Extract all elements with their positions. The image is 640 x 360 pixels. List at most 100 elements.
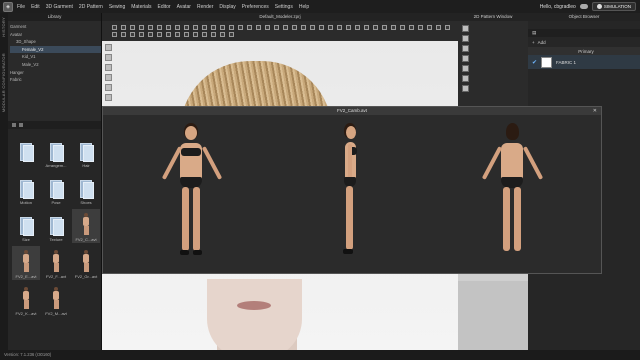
library-avatar-file[interactable]: FV2_F...avt bbox=[42, 246, 70, 280]
toolbar-tool-icon[interactable] bbox=[148, 32, 153, 37]
toolbar-tool-icon[interactable] bbox=[184, 25, 189, 30]
simulation-button[interactable]: SIMULATION bbox=[591, 2, 636, 11]
pattern-notch-icon[interactable] bbox=[462, 85, 469, 92]
library-avatar-file[interactable]: FV2_E...avt bbox=[12, 246, 40, 280]
menu-file[interactable]: File bbox=[17, 4, 25, 10]
toolbar-tool-icon[interactable] bbox=[229, 32, 234, 37]
toolbar-tool-icon[interactable] bbox=[346, 25, 351, 30]
toolbar-tool-icon[interactable] bbox=[247, 25, 252, 30]
library-folder[interactable]: Arrangem... bbox=[42, 135, 70, 169]
toolbar-tool-icon[interactable] bbox=[130, 32, 135, 37]
toolbar-tool-icon[interactable] bbox=[310, 25, 315, 30]
pattern-polygon-icon[interactable] bbox=[462, 45, 469, 52]
tree-item[interactable]: Fabric bbox=[10, 76, 101, 84]
toolbar-tool-icon[interactable] bbox=[364, 25, 369, 30]
pattern-rect-icon[interactable] bbox=[462, 55, 469, 62]
toolbar-tool-icon[interactable] bbox=[418, 25, 423, 30]
measure-tool-icon[interactable] bbox=[105, 84, 112, 91]
toolbar-tool-icon[interactable] bbox=[121, 25, 126, 30]
toolbar-tool-icon[interactable] bbox=[391, 25, 396, 30]
toolbar-tool-icon[interactable] bbox=[112, 32, 117, 37]
tree-item[interactable]: Female_V2 bbox=[10, 45, 101, 54]
toolbar-tool-icon[interactable] bbox=[166, 32, 171, 37]
library-avatar-file[interactable]: FV2_Gr...avt bbox=[72, 246, 100, 280]
toolbar-tool-icon[interactable] bbox=[238, 25, 243, 30]
menu-help[interactable]: Help bbox=[299, 4, 309, 10]
check-icon[interactable]: ✔ bbox=[532, 59, 537, 66]
tree-item[interactable]: Male_V2 bbox=[10, 61, 101, 69]
toolbar-tool-icon[interactable] bbox=[274, 25, 279, 30]
toolbar-tool-icon[interactable] bbox=[319, 25, 324, 30]
library-folder[interactable]: Motion bbox=[12, 172, 40, 206]
library-folder[interactable] bbox=[12, 135, 40, 169]
pattern-texture-icon[interactable] bbox=[462, 75, 469, 82]
toolbar-tool-icon[interactable] bbox=[202, 25, 207, 30]
toolbar-tool-icon[interactable] bbox=[301, 25, 306, 30]
toolbar-tool-icon[interactable] bbox=[157, 25, 162, 30]
user-greeting[interactable]: Hello, cbgradleo bbox=[540, 4, 576, 10]
toolbar-tool-icon[interactable] bbox=[445, 25, 450, 30]
fold-tool-icon[interactable] bbox=[105, 74, 112, 81]
toolbar-tool-icon[interactable] bbox=[211, 25, 216, 30]
toolbar-tool-icon[interactable] bbox=[184, 32, 189, 37]
cloud-icon[interactable] bbox=[579, 4, 588, 9]
menu-settings[interactable]: Settings bbox=[275, 4, 293, 10]
toolbar-tool-icon[interactable] bbox=[157, 32, 162, 37]
menu-materials[interactable]: Materials bbox=[131, 4, 151, 10]
move-tool-icon[interactable] bbox=[105, 54, 112, 61]
toolbar-tool-icon[interactable] bbox=[139, 32, 144, 37]
toolbar-tool-icon[interactable] bbox=[427, 25, 432, 30]
toolbar-tool-icon[interactable] bbox=[355, 25, 360, 30]
menu-render[interactable]: Render bbox=[197, 4, 213, 10]
menu-preferences[interactable]: Preferences bbox=[242, 4, 269, 10]
toolbar-tool-icon[interactable] bbox=[328, 25, 333, 30]
toolbar-tool-icon[interactable] bbox=[220, 32, 225, 37]
library-folder[interactable]: Size bbox=[12, 209, 40, 243]
toolbar-tool-icon[interactable] bbox=[283, 25, 288, 30]
menu-edit[interactable]: Edit bbox=[31, 4, 40, 10]
tree-item[interactable]: 3D_Shape bbox=[10, 38, 101, 46]
toolbar-tool-icon[interactable] bbox=[265, 25, 270, 30]
library-avatar-file[interactable]: FV2_K...avt bbox=[12, 283, 40, 317]
tab-history[interactable]: HISTORY bbox=[1, 17, 6, 37]
toolbar-tool-icon[interactable] bbox=[130, 25, 135, 30]
toolbar-tool-icon[interactable] bbox=[382, 25, 387, 30]
toolbar-tool-icon[interactable] bbox=[112, 25, 117, 30]
toolbar-tool-icon[interactable] bbox=[256, 25, 261, 30]
menu-display[interactable]: Display bbox=[219, 4, 235, 10]
tab-modular-configurator[interactable]: MODULAR CONFIGURATOR bbox=[1, 53, 6, 112]
menu-avatar[interactable]: Avatar bbox=[177, 4, 191, 10]
toolbar-tool-icon[interactable] bbox=[148, 25, 153, 30]
toolbar-tool-icon[interactable] bbox=[220, 25, 225, 30]
library-folder[interactable]: Pose bbox=[42, 172, 70, 206]
pattern-select-icon[interactable] bbox=[462, 25, 469, 32]
toolbar-tool-icon[interactable] bbox=[409, 25, 414, 30]
library-folder[interactable]: Hair bbox=[72, 135, 100, 169]
toolbar-tool-icon[interactable] bbox=[436, 25, 441, 30]
menu-editor[interactable]: Editor bbox=[158, 4, 171, 10]
library-avatar-file[interactable]: FV2_M...avt bbox=[42, 283, 70, 317]
toolbar-tool-icon[interactable] bbox=[211, 32, 216, 37]
tree-item[interactable]: Garment bbox=[10, 23, 101, 31]
toolbar-tool-icon[interactable] bbox=[202, 32, 207, 37]
tree-item[interactable]: Hanger bbox=[10, 69, 101, 77]
library-avatar-file[interactable]: FV2_C...avt bbox=[72, 209, 100, 243]
view-tool-icon[interactable] bbox=[105, 94, 112, 101]
toolbar-tool-icon[interactable] bbox=[400, 25, 405, 30]
toolbar-tool-icon[interactable] bbox=[139, 25, 144, 30]
toolbar-tool-icon[interactable] bbox=[175, 32, 180, 37]
menu-2d-pattern[interactable]: 2D Pattern bbox=[79, 4, 103, 10]
library-folder[interactable]: Texture bbox=[42, 209, 70, 243]
avatar-preview-window[interactable]: FV2_Camb.avt ✕ bbox=[102, 106, 602, 274]
close-icon[interactable]: ✕ bbox=[593, 107, 597, 115]
select-tool-icon[interactable] bbox=[105, 44, 112, 51]
library-folder[interactable]: Shoes bbox=[72, 172, 100, 206]
toolbar-tool-icon[interactable] bbox=[193, 25, 198, 30]
toolbar-tool-icon[interactable] bbox=[166, 25, 171, 30]
menu-3d-garment[interactable]: 3D Garment bbox=[46, 4, 73, 10]
tree-item[interactable]: Avatar bbox=[10, 31, 101, 39]
tree-item[interactable]: Kid_V1 bbox=[10, 53, 101, 61]
toolbar-tool-icon[interactable] bbox=[337, 25, 342, 30]
pattern-edit-icon[interactable] bbox=[462, 35, 469, 42]
menu-sewing[interactable]: Sewing bbox=[109, 4, 125, 10]
